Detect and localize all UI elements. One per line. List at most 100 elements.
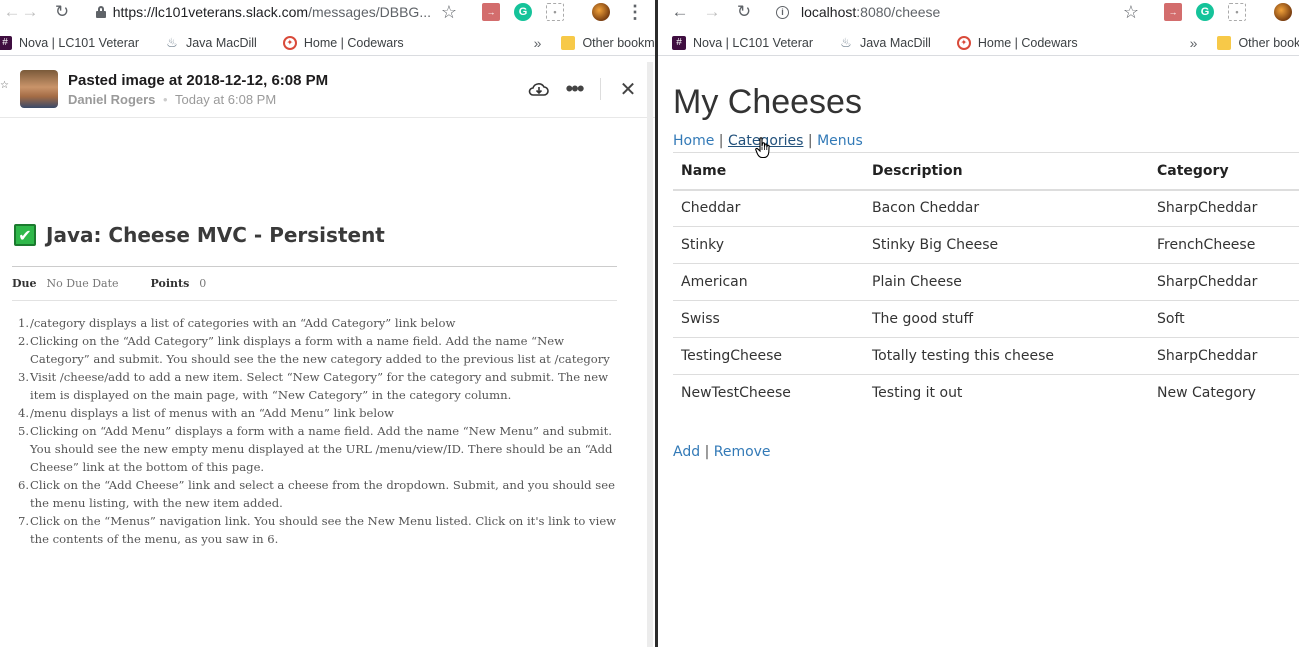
slack-bookmark-icon: #	[672, 35, 686, 50]
cell-category: New Category	[1149, 374, 1299, 412]
profile-avatar-icon[interactable]	[592, 3, 610, 21]
cheese-actions: Add | Remove	[673, 444, 1299, 460]
close-icon[interactable]: ✕	[617, 78, 639, 101]
pdf-extension-icon[interactable]: →	[482, 3, 500, 21]
steps-list: 1./category displays a list of categorie…	[12, 314, 617, 548]
back-icon[interactable]: ←	[668, 0, 692, 24]
right-bookmarks-bar: # Nova | LC101 Veterar ♨ Java MacDill ✦ Hom…	[658, 30, 1299, 56]
slack-file-header: Pasted image at 2018-12-12, 6:08 PM Dani…	[0, 60, 655, 118]
grammarly-extension-icon[interactable]: G	[1196, 3, 1214, 21]
menu-kebab-icon[interactable]: ⋮	[626, 2, 644, 22]
action-separator: |	[704, 443, 710, 460]
list-item: 2. Clicking on the “Add Category” link di…	[18, 334, 610, 366]
due-label: Due	[12, 277, 37, 290]
timestamp: Today at 6:08 PM	[175, 92, 277, 107]
more-actions-icon[interactable]: •••	[563, 76, 585, 101]
cell-category: FrenchCheese	[1149, 226, 1299, 264]
lock-icon	[96, 6, 106, 18]
table-row: TestingCheese Totally testing this chees…	[673, 337, 1299, 375]
bookmark-label: Nova | LC101 Veterar	[19, 35, 139, 50]
cell-description: Plain Cheese	[864, 263, 1149, 301]
bookmark-other-folder[interactable]: Other bookmarks	[561, 35, 655, 50]
bookmark-java-macdill[interactable]: ♨ Java MacDill	[839, 34, 931, 50]
forward-icon[interactable]: →	[700, 0, 724, 24]
bookmark-label: Java MacDill	[859, 35, 931, 50]
right-browser-window: ← → ↻ i localhost:8080/cheese ☆ → G • # N…	[658, 0, 1299, 647]
list-item: 3. Visit /cheese/add to add a new item. S…	[18, 370, 609, 402]
bookmark-label: Nova | LC101 Veterar	[693, 35, 813, 50]
bookmark-star-icon[interactable]: ☆	[1122, 2, 1140, 22]
download-icon[interactable]	[528, 78, 550, 100]
cell-description: Stinky Big Cheese	[864, 226, 1149, 264]
address-host-part: localhost	[801, 4, 857, 20]
more-bookmarks-chevron-icon[interactable]: »	[1190, 35, 1198, 51]
bookmark-label: Home | Codewars	[977, 35, 1078, 50]
cheese-page: My Cheeses Home | Categories | Menus Nam…	[658, 60, 1299, 647]
step-text: /menu displays a list of menus with an “…	[30, 406, 394, 420]
step-text: /category displays a list of categories …	[30, 316, 456, 330]
file-title: Pasted image at 2018-12-12, 6:08 PM	[68, 72, 329, 89]
bookmark-star-icon[interactable]: ☆	[440, 2, 458, 22]
remove-link[interactable]: Remove	[714, 444, 771, 460]
java-bookmark-icon: ♨	[840, 34, 852, 50]
cell-category: SharpCheddar	[1149, 189, 1299, 227]
bookmark-codewars[interactable]: ✦ Home | Codewars	[282, 35, 404, 50]
step-text: Clicking on the “Add Category” link disp…	[30, 334, 610, 366]
cell-description: The good stuff	[864, 300, 1149, 338]
profile-avatar-icon[interactable]	[1274, 3, 1292, 21]
bookmark-codewars[interactable]: ✦ Home | Codewars	[956, 35, 1078, 50]
right-browser-toolbar: ← → ↻ i localhost:8080/cheese ☆ → G •	[658, 0, 1299, 26]
bookmark-nova[interactable]: # Nova | LC101 Veterar	[0, 35, 139, 50]
bookmark-label: Java MacDill	[185, 35, 257, 50]
more-bookmarks-chevron-icon[interactable]: »	[534, 35, 542, 51]
cheese-table: Name Description Category Cheddar Bacon …	[673, 152, 1299, 412]
info-icon: i	[776, 5, 789, 19]
reload-icon[interactable]: ↻	[732, 0, 756, 24]
address-bar[interactable]: i localhost:8080/cheese	[776, 2, 1106, 22]
left-browser-toolbar: ← → ↻ https://lc101veterans.slack.com/me…	[0, 0, 655, 26]
forward-icon[interactable]: →	[18, 0, 42, 24]
cloud-download-icon	[528, 83, 549, 96]
cell-name: TestingCheese	[673, 337, 864, 375]
assignment-image: ✔ Java: Cheese MVC - Persistent Due No D…	[12, 220, 617, 548]
bookmark-nova[interactable]: # Nova | LC101 Veterar	[672, 35, 813, 50]
grammarly-extension-icon[interactable]: G	[514, 3, 532, 21]
step-text: Click on the “Add Cheese” link and selec…	[30, 478, 615, 510]
column-header-name: Name	[673, 152, 864, 191]
address-secure-part: https://lc101veterans.slack.com	[112, 4, 309, 20]
nav-separator: |	[807, 133, 813, 149]
cell-category: SharpCheddar	[1149, 337, 1299, 375]
nav-link-home[interactable]: Home	[673, 133, 714, 149]
left-browser-window: ← → ↻ https://lc101veterans.slack.com/me…	[0, 0, 655, 647]
address-path-part: /messages/DBBG...	[308, 4, 431, 20]
list-item: 7. Click on the “Menus” navigation link. …	[18, 514, 617, 546]
java-bookmark-icon: ♨	[166, 34, 178, 50]
nav-link-menus[interactable]: Menus	[817, 133, 863, 149]
table-header-row: Name Description Category	[673, 152, 1299, 191]
bookmark-label: Other bookmarks	[582, 35, 655, 50]
table-row: Stinky Stinky Big Cheese FrenchCheese	[673, 226, 1299, 264]
cell-name: American	[673, 263, 864, 301]
table-row: American Plain Cheese SharpCheddar	[673, 263, 1299, 301]
nav-separator: |	[718, 133, 724, 149]
address-bar[interactable]: https://lc101veterans.slack.com/messages…	[96, 2, 431, 22]
pdf-extension-icon[interactable]: →	[1164, 3, 1182, 21]
bookmark-other-folder[interactable]: Other bookm	[1217, 35, 1299, 50]
author-name[interactable]: Daniel Rogers	[68, 92, 155, 107]
star-edge-icon[interactable]: ☆	[0, 80, 9, 91]
pin-extension-icon[interactable]: •	[546, 3, 564, 21]
scrollbar[interactable]	[647, 62, 653, 647]
cell-description: Testing it out	[864, 374, 1149, 412]
avatar[interactable]	[20, 70, 58, 108]
bookmark-label: Other bookm	[1238, 35, 1299, 50]
add-link[interactable]: Add	[673, 444, 700, 460]
due-value: No Due Date	[46, 277, 119, 290]
pin-extension-icon[interactable]: •	[1228, 3, 1246, 21]
checkmark-icon: ✔	[14, 224, 36, 246]
address-path-part: :8080/cheese	[856, 4, 941, 20]
reload-icon[interactable]: ↻	[50, 0, 74, 24]
site-nav: Home | Categories | Menus	[673, 132, 1299, 151]
table-row: Cheddar Bacon Cheddar SharpCheddar	[673, 189, 1299, 227]
nav-link-categories[interactable]: Categories	[728, 133, 803, 149]
bookmark-java-macdill[interactable]: ♨ Java MacDill	[165, 34, 257, 50]
